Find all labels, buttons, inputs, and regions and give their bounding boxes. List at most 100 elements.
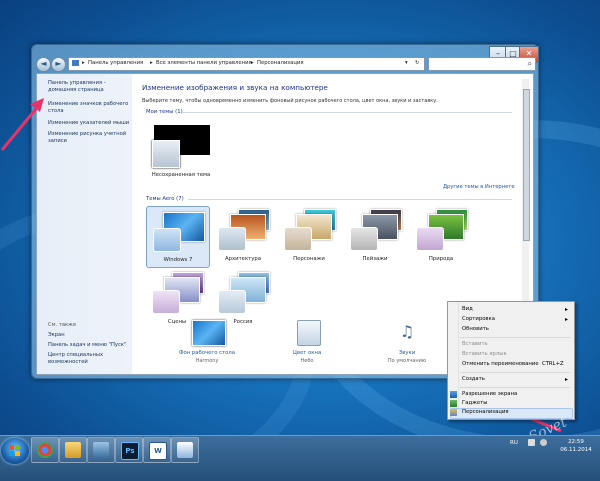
theme-architecture[interactable]: Архитектура (212, 206, 274, 266)
desktop-background-title: Фон рабочего стола (178, 350, 236, 356)
theme-swatch (153, 228, 181, 252)
start-button[interactable] (1, 438, 29, 464)
taskbar-explorer[interactable] (59, 437, 87, 463)
menu-item-gadgets[interactable]: Гаджеты (462, 400, 487, 406)
address-bar[interactable]: ▸ Панель управления ▸ Все элементы панел… (68, 57, 425, 71)
window-color-title: Цвет окна (292, 350, 322, 356)
word-icon: W (149, 442, 167, 460)
submenu-arrow-icon: ▸ (565, 306, 569, 313)
menu-item-view[interactable]: Вид ▸ (462, 306, 568, 313)
link-taskbar-start-menu[interactable]: Панель задач и меню "Пуск" (48, 342, 126, 349)
vertical-scrollbar[interactable] (522, 79, 530, 309)
menu-item-paste-shortcut[interactable]: Вставить ярлык (462, 351, 507, 357)
desktop-background-value: Harmony (195, 358, 219, 364)
taskbar-control-panel[interactable] (171, 437, 199, 463)
window-color-value: Небо (300, 358, 314, 364)
breadcrumb-all-items[interactable]: Все элементы панели управления (156, 60, 252, 66)
display-icon (450, 391, 457, 398)
theme-preview (284, 209, 336, 251)
desktop-context-menu: Вид ▸ Сортировка ▸ Обновить Вставить Встав… (447, 301, 575, 420)
back-button[interactable]: ◄ (36, 57, 51, 72)
link-ease-of-access[interactable]: Центр специальных (48, 352, 103, 359)
volume-icon[interactable] (540, 439, 547, 446)
link-control-panel-home[interactable]: Панель управления - (48, 80, 106, 87)
theme-swatch (218, 227, 246, 251)
theme-preview (416, 209, 468, 251)
language-indicator[interactable]: RU (510, 440, 518, 446)
theme-label: Пейзажи (362, 256, 388, 262)
theme-windows7[interactable]: Windows 7 (146, 206, 210, 268)
taskbar: Ps W RU 22:59 06.11.2014 (0, 435, 600, 481)
online-themes-link[interactable]: Другие темы в Интернете (443, 184, 515, 190)
page-title: Изменение изображения и звука на компьют… (142, 83, 328, 92)
menu-item-undo-rename[interactable]: Отменить переименование CTRL+Z (462, 361, 564, 367)
control-panel-icon (72, 60, 79, 66)
photoshop-icon: Ps (121, 442, 139, 460)
unsaved-theme[interactable]: Несохраненная тема (148, 120, 214, 180)
explorer-icon (65, 442, 81, 458)
clock-date: 06.11.2014 (560, 447, 592, 453)
theme-preview (350, 209, 402, 251)
link-change-account-picture[interactable]: записи (48, 138, 67, 145)
breadcrumb-arrow[interactable]: ▸ (82, 60, 85, 66)
link-change-mouse-pointers[interactable]: Изменение указателей мыши (48, 120, 129, 127)
taskbar-photoshop[interactable]: Ps (115, 437, 143, 463)
wallpaper-thumbnail-icon (192, 320, 226, 346)
theme-swatch (416, 227, 444, 251)
menu-item-refresh[interactable]: Обновить (462, 326, 489, 332)
taskbar-chrome[interactable] (31, 437, 59, 463)
sounds-button[interactable]: ♫ Звуки По умолчанию (372, 320, 442, 370)
chrome-icon (37, 442, 53, 458)
window-color-icon (297, 320, 321, 346)
taskbar-app[interactable] (87, 437, 115, 463)
forward-icon: ► (55, 59, 62, 68)
theme-swatch (152, 140, 180, 168)
see-also-header: См. также (48, 322, 77, 328)
scrollbar-thumb[interactable] (523, 89, 530, 241)
theme-swatch (284, 227, 312, 251)
clock[interactable]: 22:59 06.11.2014 (558, 438, 594, 454)
menu-item-screen-resolution[interactable]: Разрешение экрана (462, 391, 517, 397)
menu-item-new[interactable]: Создать ▸ (462, 376, 568, 383)
control-panel-icon (177, 442, 193, 458)
page-subtitle: Выберите тему, чтобы одновременно измени… (142, 98, 438, 104)
link-change-account-picture[interactable]: Изменение рисунка учетной (48, 131, 126, 138)
refresh-icon[interactable]: ↻ (415, 60, 419, 66)
link-change-desktop-icons[interactable]: стола (48, 108, 64, 115)
link-ease-of-access[interactable]: возможностей (48, 359, 88, 366)
theme-characters[interactable]: Персонажи (278, 206, 340, 266)
clock-time: 22:59 (568, 439, 584, 445)
link-change-desktop-icons[interactable]: Изменение значков рабочего (48, 101, 128, 108)
shortcut-label: CTRL+Z (542, 361, 564, 367)
breadcrumb-personalization[interactable]: Персонализация (257, 60, 304, 66)
theme-nature[interactable]: Природа (410, 206, 472, 266)
theme-label: Архитектура (225, 256, 261, 262)
submenu-arrow-icon: ▸ (565, 376, 569, 383)
forward-button[interactable]: ► (51, 57, 66, 72)
theme-preview (153, 210, 205, 252)
network-icon[interactable] (528, 439, 535, 446)
theme-swatch (218, 290, 246, 314)
window-color-button[interactable]: Цвет окна Небо (272, 320, 342, 370)
desktop-background-button[interactable]: Фон рабочего стола Harmony (172, 320, 242, 370)
theme-landscapes[interactable]: Пейзажи (344, 206, 406, 266)
menu-item-sort[interactable]: Сортировка ▸ (462, 316, 568, 323)
theme-label: Природа (428, 256, 454, 262)
breadcrumb-arrow[interactable]: ▸ (150, 60, 153, 66)
theme-label: Персонажи (293, 256, 325, 262)
left-pane: Панель управления - домашняя страница Из… (37, 74, 132, 374)
breadcrumb-control-panel[interactable]: Панель управления (88, 60, 143, 66)
dropdown-arrow-icon[interactable]: ▾ (405, 60, 408, 66)
menu-item-personalize[interactable]: Персонализация (462, 409, 509, 415)
link-control-panel-home[interactable]: домашняя страница (48, 87, 104, 94)
search-input[interactable]: ⌕ (428, 57, 536, 71)
menu-item-paste[interactable]: Вставить (462, 341, 488, 347)
window-icon (93, 442, 109, 458)
breadcrumb-arrow[interactable]: ▸ (251, 60, 254, 66)
group-divider (188, 199, 512, 200)
taskbar-word[interactable]: W (143, 437, 171, 463)
theme-label: Windows 7 (163, 257, 193, 263)
sounds-value: По умолчанию (387, 358, 427, 364)
my-themes-header: Мои темы (1) (146, 109, 183, 115)
link-display[interactable]: Экран (48, 332, 65, 339)
